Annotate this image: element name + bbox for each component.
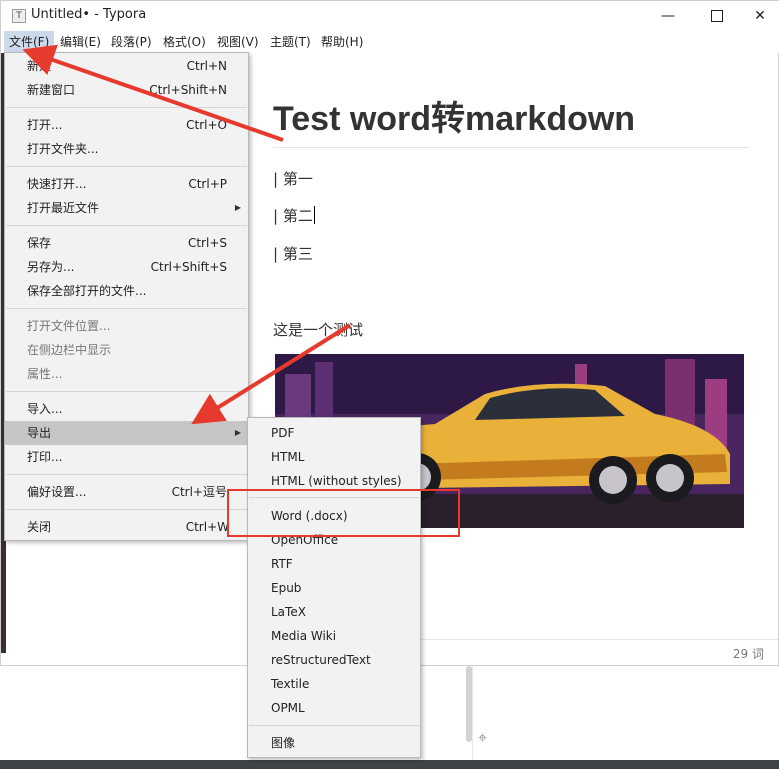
menu-file[interactable]: 文件(F) (4, 31, 55, 53)
menu-help[interactable]: 帮助(H) (316, 31, 368, 53)
menu-paragraph[interactable]: 段落(P) (106, 31, 157, 53)
export-html[interactable]: HTML (248, 445, 420, 469)
menu-separator (6, 166, 247, 167)
export-media-wiki[interactable]: Media Wiki (248, 624, 420, 648)
menu-theme[interactable]: 主题(T) (265, 31, 316, 53)
text-caret (313, 206, 315, 224)
menu-separator (6, 509, 247, 510)
menu-open-folder[interactable]: 打开文件夹... (5, 137, 248, 161)
menu-edit[interactable]: 编辑(E) (55, 31, 106, 53)
menu-quick-open[interactable]: 快速打开... Ctrl+P (5, 172, 248, 196)
export-pdf[interactable]: PDF (248, 421, 420, 445)
close-button[interactable]: ✕ (737, 1, 779, 31)
menu-save-as[interactable]: 另存为... Ctrl+Shift+S (5, 255, 248, 279)
minimize-button[interactable]: — (645, 1, 691, 31)
menu-save-all[interactable]: 保存全部打开的文件... (5, 279, 248, 303)
maximize-icon (711, 10, 723, 22)
typora-app-icon: T (12, 9, 26, 23)
list-item-1[interactable]: | 第一 (273, 168, 313, 189)
menu-bar: 文件(F) 编辑(E) 段落(P) 格式(O) 视图(V) 主题(T) 帮助(H… (1, 31, 779, 53)
menu-separator (6, 474, 247, 475)
menu-open-recent[interactable]: 打开最近文件 ▶ (5, 196, 248, 220)
menu-separator (249, 497, 419, 498)
crosshair-icon[interactable]: ⌖ (478, 728, 487, 748)
menu-new-window[interactable]: 新建窗口 Ctrl+Shift+N (5, 78, 248, 102)
export-html-without-styles[interactable]: HTML (without styles) (248, 469, 420, 493)
menu-separator (6, 308, 247, 309)
menu-new[interactable]: 新建 Ctrl+N (5, 54, 248, 78)
menu-view[interactable]: 视图(V) (212, 31, 264, 53)
list-item-2-text: | 第二 (273, 207, 313, 225)
menu-save[interactable]: 保存 Ctrl+S (5, 231, 248, 255)
menu-preferences[interactable]: 偏好设置... Ctrl+逗号 (5, 480, 248, 504)
window-title: Untitled• - Typora (31, 7, 147, 22)
menu-show-in-sidebar: 在侧边栏中显示 (27, 343, 112, 357)
submenu-arrow-icon: ▶ (234, 428, 241, 437)
menu-separator (249, 725, 419, 726)
export-epub[interactable]: Epub (248, 576, 420, 600)
export-word-docx[interactable]: Word (.docx) (248, 504, 420, 528)
menu-separator (6, 225, 247, 226)
maximize-button[interactable] (694, 1, 740, 31)
menu-separator (6, 107, 247, 108)
background-divider (472, 666, 473, 766)
menu-separator (6, 391, 247, 392)
export-opml[interactable]: OPML (248, 696, 420, 720)
menu-print[interactable]: 打印... (5, 445, 248, 469)
export-textile[interactable]: Textile (248, 672, 420, 696)
taskbar (0, 760, 779, 769)
menu-format[interactable]: 格式(O) (158, 31, 211, 53)
submenu-arrow-icon: ▶ (234, 203, 241, 212)
title-divider (273, 147, 749, 148)
file-menu-dropdown: 新建 Ctrl+N 新建窗口 Ctrl+Shift+N 打开... Ctrl+O 打开… (4, 52, 249, 541)
menu-properties: 属性... (27, 367, 63, 381)
menu-export[interactable]: 导出 ▶ (5, 421, 248, 445)
title-bar: T Untitled• - Typora — ✕ (1, 1, 779, 31)
list-item-3[interactable]: | 第三 (273, 243, 313, 264)
export-openoffice[interactable]: OpenOffice (248, 528, 420, 552)
menu-open-file-location: 打开文件位置... (27, 319, 111, 333)
menu-import[interactable]: 导入... (5, 397, 248, 421)
export-latex[interactable]: LaTeX (248, 600, 420, 624)
word-count[interactable]: 29 词 (733, 645, 764, 662)
export-rtf[interactable]: RTF (248, 552, 420, 576)
document-title[interactable]: Test word转markdown (273, 91, 635, 140)
test-paragraph[interactable]: 这是一个测试 (273, 319, 363, 340)
menu-open[interactable]: 打开... Ctrl+O (5, 113, 248, 137)
list-item-2[interactable]: | 第二 (273, 205, 315, 226)
export-submenu: PDF HTML HTML (without styles) Word (.do… (247, 417, 421, 758)
export-restructuredtext[interactable]: reStructuredText (248, 648, 420, 672)
menu-close[interactable]: 关闭 Ctrl+W (5, 515, 248, 539)
export-image[interactable]: 图像 (248, 731, 420, 755)
background-scrollbar[interactable] (466, 666, 472, 742)
